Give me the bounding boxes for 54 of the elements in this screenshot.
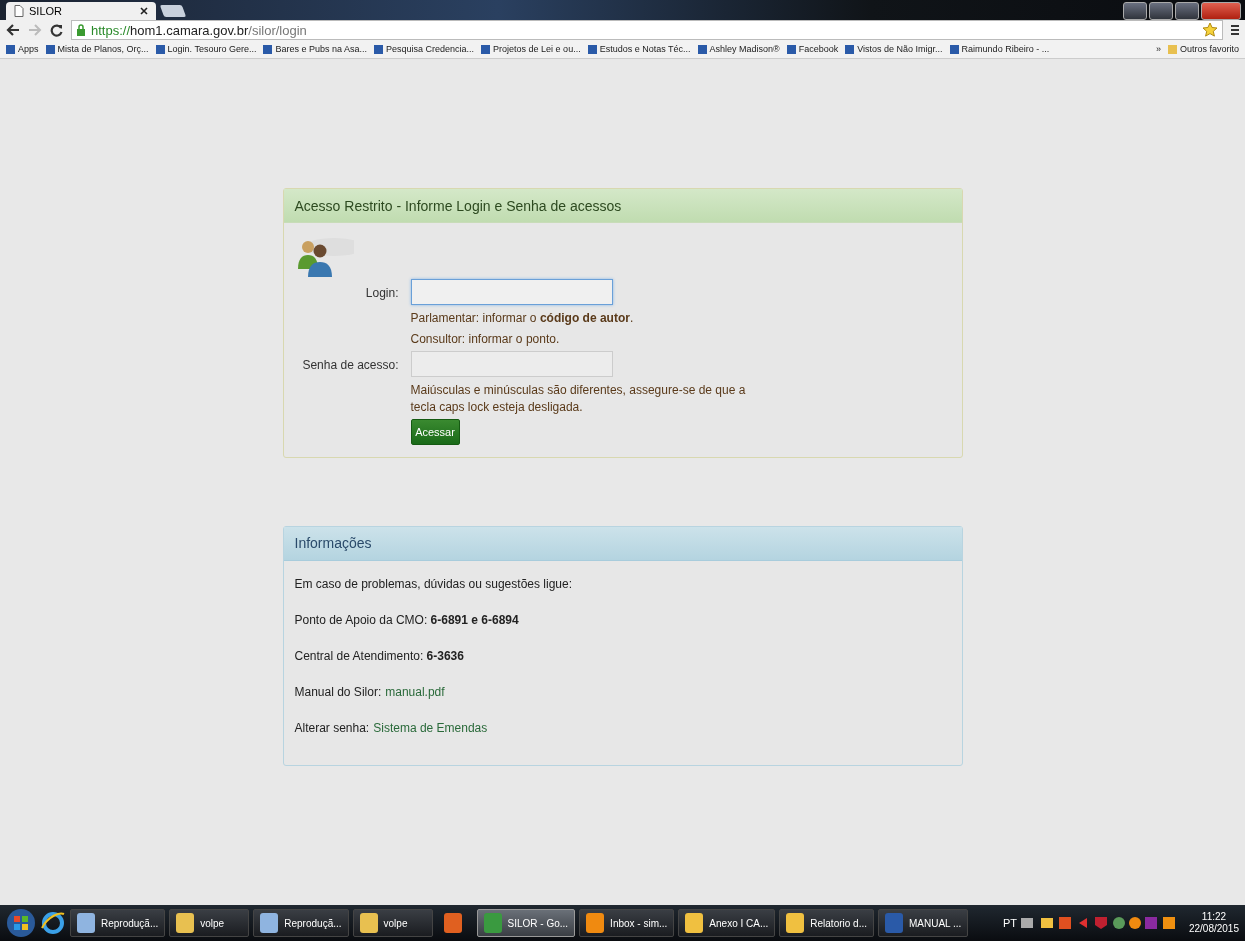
info-text: Em caso de problemas, dúvidas ou sugestões ligue: (294, 576, 572, 591)
taskbar-button[interactable]: Reproduçã... (70, 909, 166, 937)
info-text: Central de Atendimento: 6-3636 (294, 648, 464, 663)
bookmark-link[interactable]: Estudos e Notas Téc... (587, 44, 691, 54)
url-text: https://hom1.camara.gov.br/silor/login (91, 22, 307, 38)
bookmark-link[interactable]: Vistos de Não Imigr... (845, 44, 943, 54)
taskbar-button[interactable]: volpe (169, 909, 250, 937)
bookmark-link[interactable]: Apps (6, 44, 39, 54)
bookmark-link[interactable]: Raimundo Ribeiro - ... (949, 44, 1050, 54)
close-icon[interactable] (140, 7, 148, 15)
hint-text: Maiúsculas e minúsculas são diferentes, assegure-se de que a tecla caps lock esteja desligada. (410, 382, 747, 415)
taskbar-button[interactable]: SILOR - Go... (476, 909, 576, 937)
browser-icon[interactable] (40, 910, 66, 936)
language-indicator[interactable]: PT (1002, 917, 1017, 929)
taskbar-button[interactable]: volpe (352, 909, 433, 937)
taskbar-button[interactable]: Relatorio d... (779, 909, 874, 937)
input-field[interactable] (410, 351, 613, 378)
more-bookmarks-button[interactable]: » (1155, 44, 1161, 54)
link[interactable]: Sistema de Emendas (373, 720, 488, 735)
panel-title: Acesso Restrito - Informe Login e Senha de acessos (283, 189, 962, 223)
menu-icon[interactable] (1231, 24, 1239, 36)
browser-tab[interactable]: SILOR (6, 2, 156, 20)
login-button[interactable]: Acessar (410, 418, 460, 445)
field-label: Senha de acesso: (301, 357, 399, 373)
bookmark-link[interactable]: Bares e Pubs na Asa... (263, 44, 367, 54)
field-label: Login: (364, 285, 399, 300)
bookmark-link[interactable]: Login. Tesouro Gere... (155, 44, 257, 54)
address-bar[interactable]: https://hom1.camara.gov.br/silor/login (71, 20, 1223, 40)
start-button[interactable] (6, 908, 36, 938)
bookmark-link[interactable]: Facebook (786, 44, 839, 54)
bookmark-link[interactable]: Projetos de Lei e ou... (481, 44, 581, 54)
taskbar-button[interactable]: MANUAL ... (878, 909, 969, 937)
reload-icon[interactable] (50, 23, 63, 37)
hint-text: Consultor: informar o ponto. (410, 331, 561, 348)
page-icon (14, 5, 24, 17)
taskbar-button[interactable]: Reproduçã... (253, 909, 349, 937)
info-text: Manual do Silor: (294, 684, 382, 699)
panel-title: Informações (283, 526, 962, 561)
new-tab-button[interactable] (159, 5, 187, 17)
info-text: Ponto de Apoio da CMO: 6-6891 e 6-6894 (294, 612, 519, 627)
link[interactable]: manual.pdf (385, 684, 445, 699)
info-text: Alterar senha: (294, 720, 370, 735)
bookmark-link[interactable]: Pesquisa Credencia... (374, 44, 475, 54)
back-icon[interactable] (6, 24, 20, 36)
input-field[interactable] (410, 279, 613, 305)
bookmark-link[interactable]: Mista de Planos, Orç... (45, 44, 149, 54)
hint-text: Parlamentar: informar o código de autor. (410, 310, 635, 327)
bookmark-link[interactable]: Ashley Madison® (697, 44, 780, 54)
star-icon[interactable] (1202, 22, 1218, 38)
clock[interactable]: 11:22 22/08/2015 (1184, 911, 1239, 935)
taskbar-button[interactable]: Anexo I CA... (678, 909, 776, 937)
taskbar-button[interactable]: Inbox - sim... (579, 909, 675, 937)
other-bookmarks-folder[interactable]: Outros favorito (1167, 44, 1239, 54)
lock-icon (76, 24, 86, 36)
